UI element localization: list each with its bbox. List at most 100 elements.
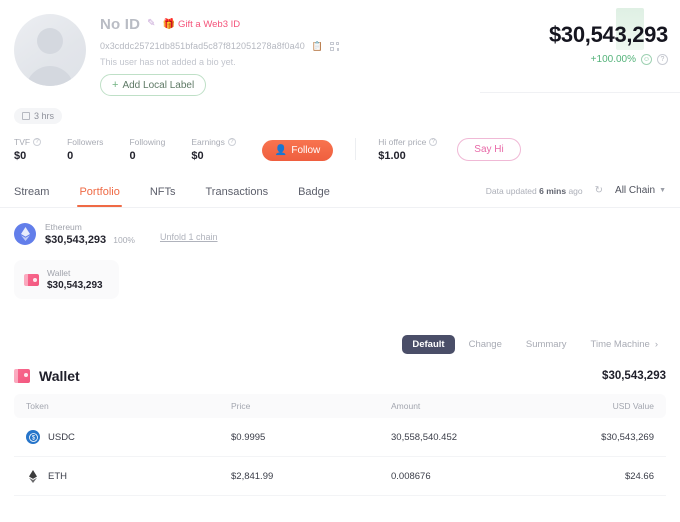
stat-label: Earnings ? bbox=[191, 137, 236, 147]
wallet-section-title: Wallet bbox=[39, 368, 80, 384]
wallet-section-header: Wallet $30,543,293 bbox=[0, 354, 680, 384]
chain-filter-label: All Chain bbox=[615, 185, 656, 196]
wallet-section-title-group: Wallet bbox=[14, 368, 80, 384]
stat-label: Followers bbox=[67, 137, 103, 147]
follow-button[interactable]: 👤 Follow bbox=[261, 140, 334, 161]
tab-transactions[interactable]: Transactions bbox=[206, 180, 269, 207]
table-row[interactable]: ETH $2,841.99 0.008676 $24.66 bbox=[14, 457, 666, 496]
stat-followers[interactable]: Followers 0 bbox=[67, 137, 103, 162]
tab-bar-actions: Data updated 6 mins ago ↻ All Chain ▼ bbox=[486, 185, 666, 202]
balance-block: $30,543,293 +100.00% ☺ ? bbox=[548, 8, 668, 65]
view-toggle-summary[interactable]: Summary bbox=[516, 335, 577, 354]
follow-button-label: Follow bbox=[291, 145, 321, 156]
question-circle-icon[interactable]: ? bbox=[33, 138, 42, 146]
gift-web3-id-label: Gift a Web3 ID bbox=[178, 18, 241, 30]
tab-badge[interactable]: Badge bbox=[298, 180, 330, 207]
wallet-chip-amount: $30,543,293 bbox=[47, 280, 103, 291]
token-symbol: ETH bbox=[48, 470, 67, 482]
total-balance: $30,543,293 bbox=[548, 22, 668, 47]
view-toggle-time-machine[interactable]: Time Machine › bbox=[581, 335, 668, 354]
wallet-section-total: $30,543,293 bbox=[602, 370, 666, 382]
wallet-icon bbox=[24, 273, 39, 286]
cell-usd-value: $24.66 bbox=[624, 470, 654, 482]
chevron-right-icon: › bbox=[654, 339, 658, 350]
wallet-chip-name: Wallet bbox=[47, 268, 71, 278]
view-toggle-time-machine-label: Time Machine bbox=[590, 339, 650, 350]
tab-nfts[interactable]: NFTs bbox=[150, 180, 176, 207]
last-active-badge: 3 hrs bbox=[14, 108, 63, 124]
tabs: Stream Portfolio NFTs Transactions Badge bbox=[14, 180, 486, 207]
wallet-address: 0x3cddc25721db851bfad5c87f812051278a8f0a… bbox=[100, 41, 305, 51]
avatar-body bbox=[26, 66, 74, 86]
ethereum-icon bbox=[26, 469, 40, 483]
chain-name: Ethereum bbox=[45, 222, 82, 232]
data-updated-suffix: ago bbox=[568, 185, 583, 196]
hi-offer-value: $1.00 bbox=[378, 150, 406, 162]
data-updated-text: Data updated 6 mins ago bbox=[486, 186, 583, 196]
view-toggle-default[interactable]: Default bbox=[402, 335, 455, 354]
avatar-head bbox=[37, 28, 63, 54]
profile-header: No ID ✎ 🎁 Gift a Web3 ID 0x3cddc25721db8… bbox=[0, 0, 680, 96]
page-title: No ID bbox=[100, 15, 141, 33]
column-price: Price bbox=[231, 401, 251, 411]
copy-icon[interactable]: 📋 bbox=[312, 41, 323, 51]
profile-page: No ID ✎ 🎁 Gift a Web3 ID 0x3cddc25721db8… bbox=[0, 0, 680, 522]
view-toggle-change[interactable]: Change bbox=[459, 335, 512, 354]
unfold-chain-link[interactable]: Unfold 1 chain bbox=[160, 232, 218, 242]
cell-amount: 30,558,540.452 bbox=[391, 431, 458, 443]
last-active-text: 3 hrs bbox=[34, 111, 55, 121]
cell-price: $2,841.99 bbox=[231, 470, 274, 482]
smiley-icon[interactable]: ☺ bbox=[641, 54, 652, 65]
column-amount: Amount bbox=[391, 401, 421, 411]
usdc-icon: $ bbox=[26, 430, 40, 444]
qr-code-icon[interactable] bbox=[330, 41, 340, 51]
stat-earnings: Earnings ? $0 bbox=[191, 137, 236, 162]
add-local-label-button[interactable]: + Add Local Label bbox=[100, 74, 207, 96]
chain-percent: 100% bbox=[113, 235, 135, 245]
stat-earnings-label: Earnings bbox=[191, 137, 225, 147]
question-circle-icon[interactable]: ? bbox=[657, 54, 668, 65]
say-hi-button[interactable]: Say Hi bbox=[457, 138, 521, 161]
tab-bar: Stream Portfolio NFTs Transactions Badge… bbox=[0, 180, 680, 208]
chevron-down-icon: ▼ bbox=[659, 187, 666, 194]
cell-price: $0.9995 bbox=[231, 431, 266, 443]
token-symbol: USDC bbox=[48, 431, 75, 443]
cell-usd-value: $30,543,269 bbox=[601, 431, 654, 443]
data-updated-value: 6 mins bbox=[539, 185, 567, 196]
stat-followers-label: Followers bbox=[67, 137, 104, 147]
cell-token: $ USDC bbox=[26, 430, 231, 444]
token-table: Token Price Amount USD Value $ USDC $0.9… bbox=[14, 394, 666, 496]
balance-change-percent: +100.00% bbox=[590, 54, 636, 65]
stat-label: Following bbox=[129, 137, 165, 147]
stat-following[interactable]: Following 0 bbox=[129, 137, 165, 162]
chain-info: Ethereum $30,543,293 100% bbox=[45, 222, 135, 246]
avatar[interactable] bbox=[14, 14, 86, 86]
tab-stream[interactable]: Stream bbox=[14, 180, 49, 207]
stat-tvf: TVF ? $0 bbox=[14, 137, 42, 162]
gift-icon: 🎁 bbox=[162, 18, 176, 30]
refresh-icon[interactable]: ↻ bbox=[595, 185, 603, 196]
column-usd-value: USD Value bbox=[612, 401, 654, 411]
table-header: Token Price Amount USD Value bbox=[14, 394, 666, 418]
wallet-chip-info: Wallet $30,543,293 bbox=[47, 268, 103, 291]
cell-token: ETH bbox=[26, 469, 231, 483]
pencil-icon[interactable]: ✎ bbox=[147, 19, 155, 29]
table-row[interactable]: $ USDC $0.9995 30,558,540.452 $30,543,26… bbox=[14, 418, 666, 457]
person-add-icon: 👤 bbox=[274, 145, 288, 156]
hi-offer-label: Hi offer price bbox=[378, 137, 427, 147]
wallet-chip[interactable]: Wallet $30,543,293 bbox=[14, 260, 119, 299]
chain-filter-select[interactable]: All Chain ▼ bbox=[615, 185, 666, 196]
data-updated-prefix: Data updated bbox=[485, 185, 537, 196]
gift-web3-id-button[interactable]: 🎁 Gift a Web3 ID bbox=[163, 19, 241, 30]
cell-amount: 0.008676 bbox=[391, 470, 431, 482]
stats-divider bbox=[355, 138, 357, 160]
wallet-icon bbox=[14, 369, 30, 383]
stat-label: Hi offer price ? bbox=[378, 137, 438, 147]
question-circle-icon[interactable]: ? bbox=[227, 138, 236, 146]
stat-earnings-value: $0 bbox=[191, 150, 204, 162]
stat-followers-value: 0 bbox=[67, 150, 74, 162]
question-circle-icon[interactable]: ? bbox=[429, 138, 438, 146]
chain-amount-wrap: $30,543,293 100% bbox=[45, 234, 135, 246]
tab-portfolio[interactable]: Portfolio bbox=[77, 180, 123, 207]
balance-change-row: +100.00% ☺ ? bbox=[549, 54, 668, 65]
